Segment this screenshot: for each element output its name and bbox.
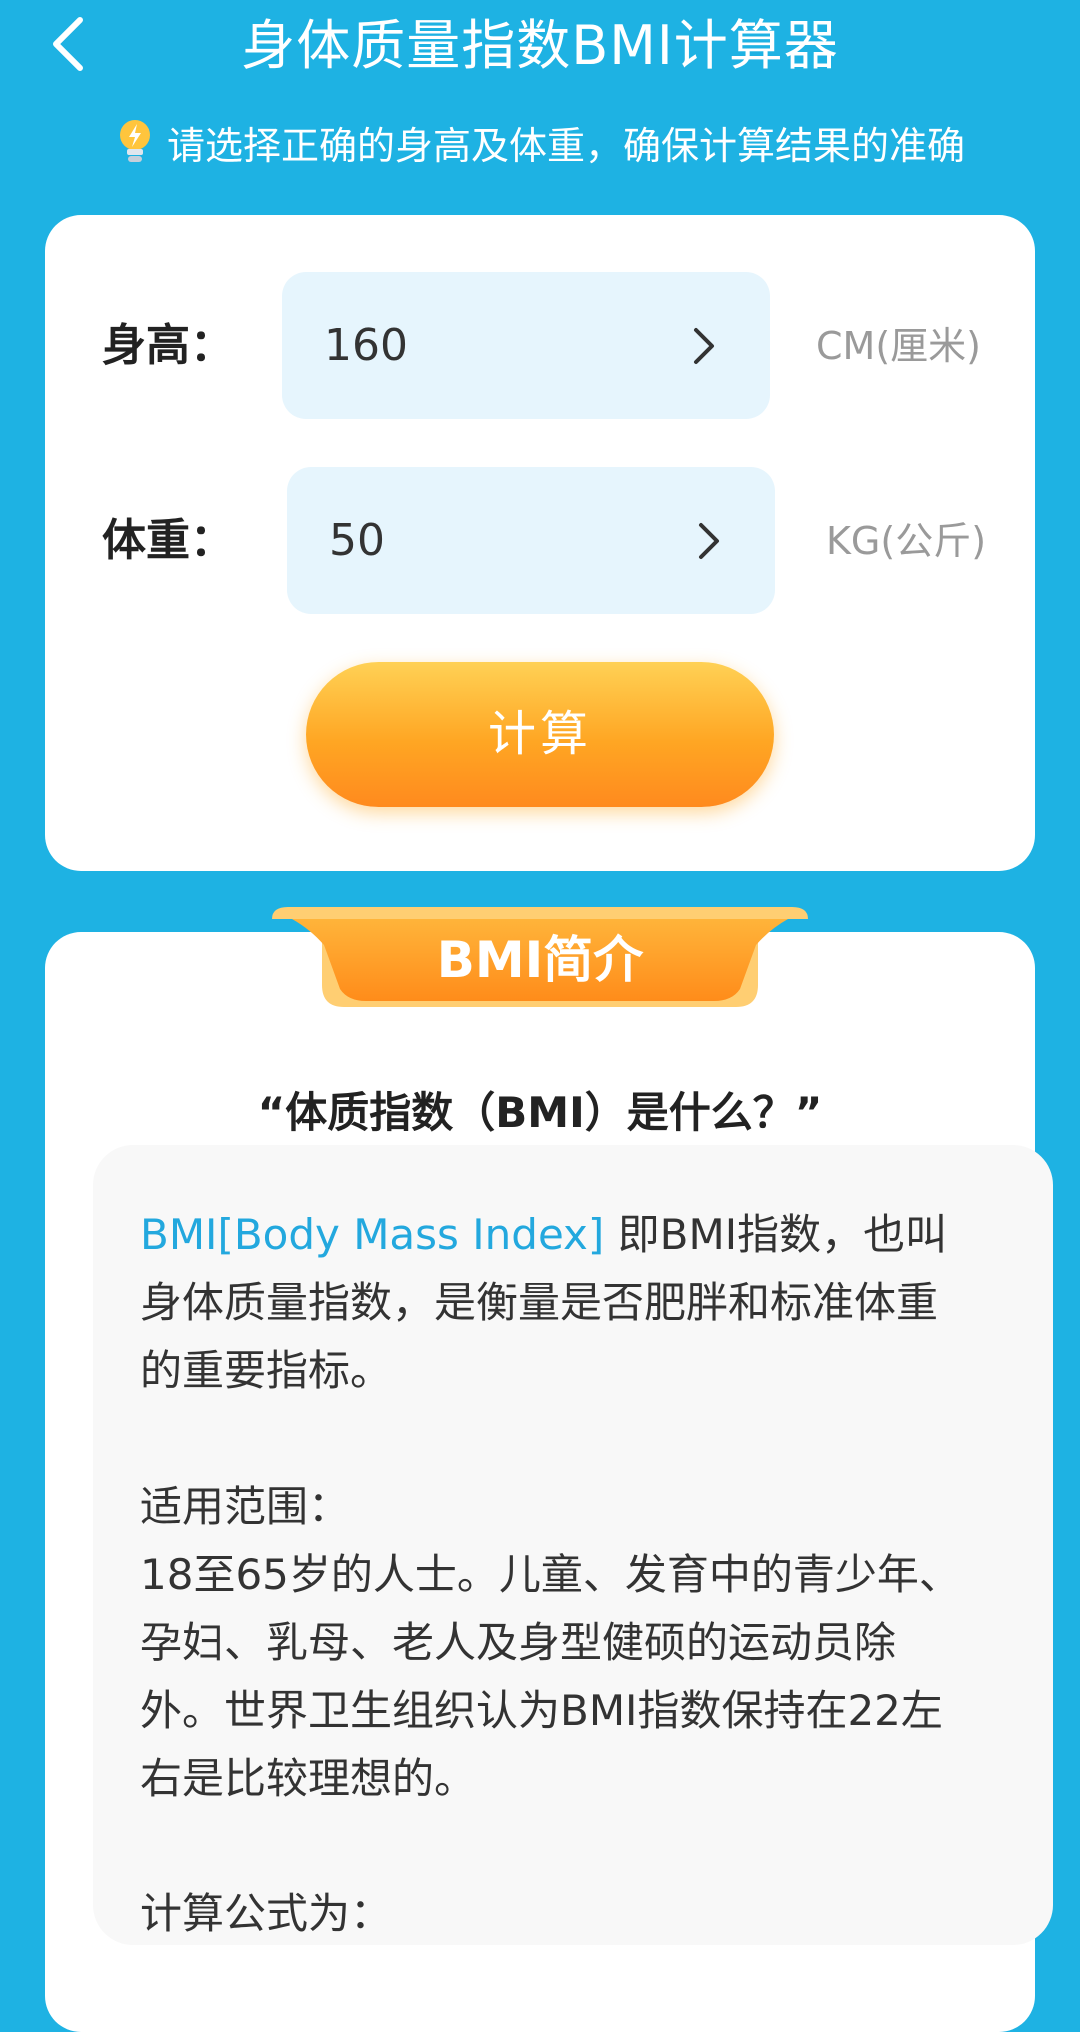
calculate-button[interactable]: 计算 bbox=[306, 662, 774, 807]
definition-line2: 身体质量指数，是衡量是否肥胖和标准体重 bbox=[140, 1278, 939, 1327]
weight-value: 50 bbox=[329, 515, 385, 566]
tip-text: 请选择正确的身高及体重，确保计算结果的准确 bbox=[166, 123, 965, 168]
page-title: 身体质量指数BMI计算器 bbox=[241, 14, 839, 77]
question-heading: “体质指数（BMI）是什么？” bbox=[257, 1088, 823, 1137]
definition-line3: 的重要指标。 bbox=[140, 1346, 393, 1395]
weight-selector[interactable]: 50 bbox=[287, 467, 775, 614]
scope-line3: 外。世界卫生组织认为BMI指数保持在22左 bbox=[140, 1686, 943, 1735]
input-card: 身高： 160 CM(厘米) 体重： 50 KG(公斤) 计算 bbox=[45, 215, 1035, 871]
chevron-right-icon bbox=[699, 522, 719, 559]
bmi-term-highlight: BMI[Body Mass Index] bbox=[140, 1210, 605, 1259]
weight-unit: KG(公斤) bbox=[826, 519, 987, 563]
tip-banner: 请选择正确的身高及体重，确保计算结果的准确 bbox=[0, 112, 1080, 172]
chevron-right-icon bbox=[694, 327, 714, 364]
height-label: 身高： bbox=[102, 320, 234, 371]
scope-title: 适用范围： bbox=[140, 1482, 351, 1531]
height-unit: CM(厘米) bbox=[816, 324, 981, 368]
ribbon-title: BMI简介 bbox=[436, 931, 644, 989]
weight-label: 体重： bbox=[102, 515, 234, 566]
formula-title: 计算公式为： bbox=[140, 1889, 393, 1938]
scope-line1: 18至65岁的人士。儿童、发育中的青少年、 bbox=[140, 1550, 961, 1599]
height-value: 160 bbox=[324, 320, 408, 371]
scope-paragraph: 适用范围： 18至65岁的人士。儿童、发育中的青少年、 孕妇、乳母、老人及身型健… bbox=[140, 1473, 1020, 1813]
lightbulb-icon bbox=[119, 120, 150, 162]
definition-paragraph: BMI[Body Mass Index] 即BMI指数，也叫 身体质量指数，是衡… bbox=[140, 1201, 1020, 1405]
scope-line2: 孕妇、乳母、老人及身型健硕的运动员除 bbox=[140, 1618, 897, 1667]
height-selector[interactable]: 160 bbox=[282, 272, 770, 419]
scope-line4: 右是比较理想的。 bbox=[140, 1754, 477, 1803]
definition-line1-rest: 即BMI指数，也叫 bbox=[604, 1210, 948, 1259]
